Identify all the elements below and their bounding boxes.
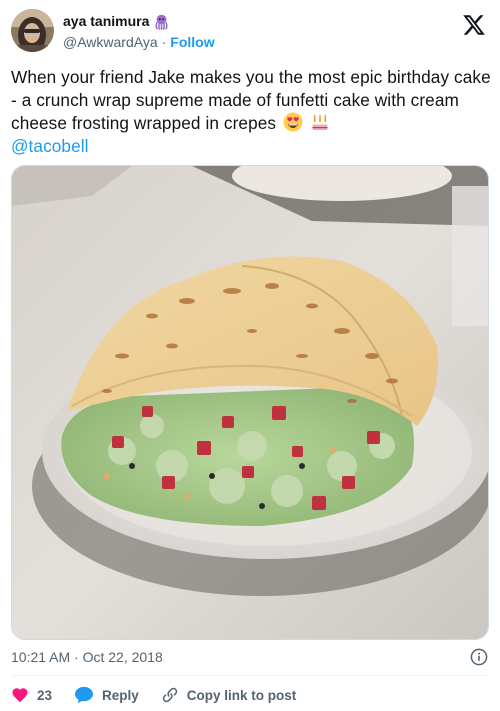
- follow-button[interactable]: Follow: [170, 34, 214, 50]
- copy-link-label: Copy link to post: [186, 687, 297, 703]
- reply-bubble-icon: [75, 686, 94, 704]
- tweet-card: aya tanimura @AwkwardAya · Follow When y…: [0, 0, 500, 711]
- link-icon: [162, 687, 177, 703]
- like-count: 23: [37, 687, 53, 703]
- tweet-timestamp[interactable]: 10:21 AM · Oct 22, 2018: [11, 649, 163, 665]
- author-handle[interactable]: @AwkwardAya: [63, 34, 158, 50]
- info-icon[interactable]: [470, 648, 488, 666]
- tweet-photo[interactable]: [11, 165, 489, 640]
- separator-dot: ·: [161, 34, 167, 50]
- tweet-header: aya tanimura @AwkwardAya · Follow: [11, 9, 490, 53]
- heart-icon: [12, 688, 28, 703]
- tweet-text: When your friend Jake makes you the most…: [11, 67, 491, 133]
- tweet-body: When your friend Jake makes you the most…: [11, 66, 491, 158]
- heart-eyes-emoji-icon: [283, 112, 303, 132]
- like-button[interactable]: 23: [11, 686, 52, 704]
- divider: [11, 675, 489, 676]
- display-name[interactable]: aya tanimura: [63, 13, 149, 29]
- octopus-icon: [153, 13, 170, 30]
- action-bar: 23 Reply Copy link to post: [11, 684, 296, 706]
- copy-link-button[interactable]: Copy link to post: [161, 686, 297, 704]
- reply-label: Reply: [102, 687, 139, 703]
- x-logo-icon[interactable]: [462, 13, 486, 37]
- timestamp-row: 10:21 AM · Oct 22, 2018: [11, 648, 488, 666]
- birthday-cake-emoji-icon: [310, 112, 330, 132]
- avatar[interactable]: [11, 9, 54, 52]
- crunchwrap-cake-photo-icon: [12, 166, 488, 639]
- reply-button[interactable]: Reply: [74, 686, 139, 704]
- tacobell-mention-link[interactable]: @tacobell: [11, 135, 491, 158]
- author-names: aya tanimura @AwkwardAya · Follow: [63, 12, 215, 50]
